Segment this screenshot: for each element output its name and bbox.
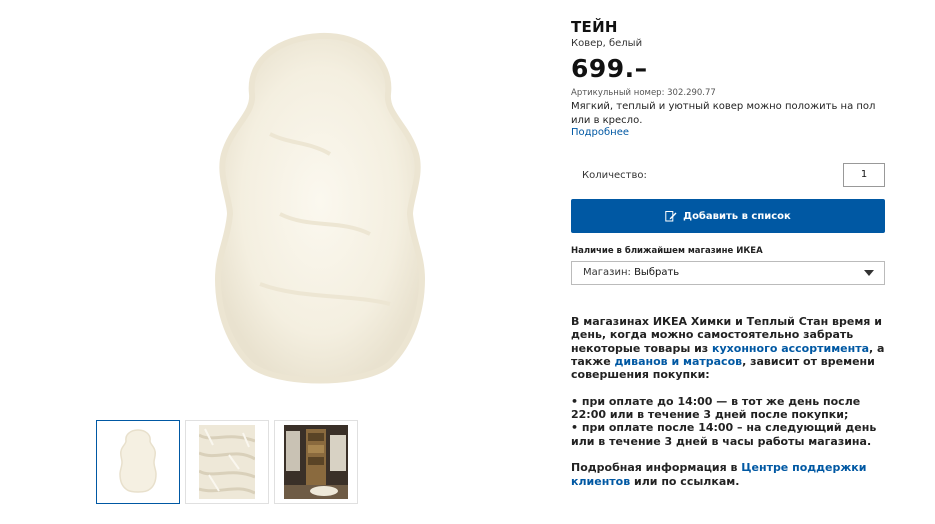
sofas-mattresses-link[interactable]: диванов и матрасов bbox=[615, 355, 743, 368]
thumbnail-strip bbox=[96, 420, 358, 504]
chevron-down-icon bbox=[864, 270, 874, 276]
product-subtitle: Ковер, белый bbox=[571, 38, 643, 49]
add-to-list-label: Добавить в список bbox=[683, 210, 791, 222]
availability-label: Наличие в ближайшем магазине ИКЕА bbox=[571, 246, 763, 256]
thumbnail-fur-closeup[interactable] bbox=[185, 420, 269, 504]
product-title: ТЕЙН bbox=[571, 18, 618, 36]
delivery-bullet-1: • при оплате до 14:00 — в тот же день по… bbox=[571, 394, 861, 422]
store-select-label: Магазин: bbox=[583, 267, 631, 278]
delivery-paragraph-3: Подробная информация в Центре поддержки … bbox=[571, 461, 889, 488]
delivery-paragraph-1: В магазинах ИКЕА Химки и Теплый Стан вре… bbox=[571, 315, 889, 381]
delivery-bullet-2: • при оплате после 14:00 – на следующий … bbox=[571, 421, 877, 448]
delivery-info: В магазинах ИКЕА Химки и Теплый Стан вре… bbox=[571, 315, 889, 488]
more-details-link[interactable]: Подробнее bbox=[571, 127, 629, 138]
product-main-image[interactable] bbox=[160, 14, 480, 404]
kitchen-assortment-link[interactable]: кухонного ассортимента bbox=[712, 342, 869, 355]
store-select-value: Выбрать bbox=[634, 267, 680, 278]
store-select-text: Магазин: Выбрать bbox=[583, 267, 679, 278]
room-interior-thumbnail-icon bbox=[284, 425, 348, 499]
edit-list-icon bbox=[665, 211, 677, 222]
delivery-text-3a: Подробная информация в bbox=[571, 461, 742, 475]
quantity-row: Количество: 1 bbox=[571, 163, 885, 189]
delivery-text-3b: или по ссылкам. bbox=[630, 474, 740, 488]
thumbnail-room[interactable] bbox=[274, 420, 358, 504]
quantity-label: Количество: bbox=[582, 170, 647, 181]
article-number: Артикульный номер: 302.290.77 bbox=[571, 88, 716, 98]
add-to-list-button[interactable]: Добавить в список bbox=[571, 199, 885, 233]
rug-thumbnail-icon bbox=[119, 429, 157, 493]
quantity-input[interactable]: 1 bbox=[843, 163, 885, 187]
thumbnail-rug[interactable] bbox=[96, 420, 180, 504]
sheepskin-rug-image bbox=[215, 32, 425, 384]
fur-closeup-thumbnail-icon bbox=[199, 425, 255, 499]
product-price: 699.– bbox=[571, 54, 648, 83]
product-description: Мягкий, теплый и уютный ковер можно поло… bbox=[571, 101, 876, 126]
store-select[interactable]: Магазин: Выбрать bbox=[571, 261, 885, 285]
